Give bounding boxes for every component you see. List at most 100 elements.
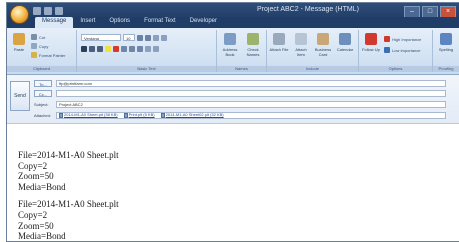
redo-icon[interactable] (55, 7, 63, 15)
tab-insert[interactable]: Insert (73, 17, 102, 28)
subject-row: Subject: Project ABC2 (34, 100, 446, 108)
spelling-button[interactable]: Spelling (436, 33, 456, 52)
to-row: To... ftp@printfarm.com (34, 79, 446, 87)
body-line: Media=Bond (18, 181, 66, 192)
check-names-button[interactable]: Check Names (243, 33, 263, 57)
check-names-icon (247, 33, 259, 45)
clipboard-group-label: Clipboard (7, 66, 76, 72)
low-importance-button[interactable]: Low Importance (384, 47, 420, 53)
business-card-icon (317, 33, 329, 45)
cc-row: Cc... (34, 89, 446, 97)
message-body[interactable]: File=2014-M1-A0 Sheet.plt Copy=2 Zoom=50… (7, 124, 459, 241)
body-line: Media=Bond (18, 231, 66, 242)
attached-label: Attached: (34, 112, 51, 118)
bold-icon[interactable] (81, 46, 87, 52)
spelling-icon (440, 33, 452, 45)
format-painter-icon (31, 52, 37, 58)
format-painter-button[interactable]: Format Painter (31, 52, 65, 58)
ribbon-group-include: Attach File Attach Item Business Card Ca… (267, 30, 359, 72)
flag-icon (365, 33, 377, 45)
numbering-icon[interactable] (161, 34, 167, 41)
low-importance-icon (384, 47, 390, 53)
basic-text-group-label: Basic Text (77, 66, 216, 72)
ribbon: Paste Cut Copy Format Painter Clipboard … (7, 28, 459, 75)
include-group-label: Include (267, 66, 358, 72)
ribbon-group-options: Follow Up High Importance Low Importance… (359, 30, 433, 72)
file-icon (160, 112, 165, 118)
paste-label: Paste (13, 47, 25, 52)
attach-item-button[interactable]: Attach Item (291, 33, 311, 57)
format-controls (81, 46, 159, 52)
follow-up-button[interactable]: Follow Up (361, 33, 381, 52)
italic-icon[interactable] (89, 46, 95, 52)
font-size-select[interactable]: 10 (123, 34, 135, 41)
address-book-button[interactable]: Address Book (220, 33, 240, 57)
to-field[interactable]: ftp@printfarm.com (56, 79, 446, 87)
attachments-field: 2014-M1-A0 Sheet.plt (38 KB) Print.plt (… (56, 111, 446, 119)
message-header: Send To... ftp@printfarm.com Cc... Subje… (7, 75, 459, 124)
names-group-label: Names (217, 66, 266, 72)
attachment-item[interactable]: 2014-M1-A0 Sheet02.plt (32 KB) (160, 112, 224, 118)
increase-indent-icon[interactable] (153, 46, 159, 52)
save-icon[interactable] (33, 7, 41, 15)
paperclip-icon (273, 33, 285, 45)
file-icon (59, 112, 63, 118)
tab-options[interactable]: Options (102, 17, 137, 28)
underline-icon[interactable] (97, 46, 103, 52)
align-right-icon[interactable] (137, 46, 143, 52)
ribbon-group-proofing: Spelling Proofing (433, 30, 459, 72)
quick-access-toolbar (33, 7, 63, 15)
shrink-font-icon[interactable] (145, 34, 151, 41)
body-line: Zoom=50 (18, 171, 54, 182)
file-icon (123, 112, 128, 118)
high-importance-icon (384, 36, 390, 42)
outlook-message-window: Project ABC2 - Message (HTML) – □ × Mess… (6, 2, 459, 242)
cut-icon (31, 34, 37, 40)
ribbon-tabs: Message Insert Options Format Text Devel… (7, 17, 459, 28)
attached-row: Attached: 2014-M1-A0 Sheet.plt (38 KB) P… (34, 111, 446, 119)
send-button[interactable]: Send (10, 81, 30, 111)
attach-file-button[interactable]: Attach File (269, 33, 289, 52)
ribbon-group-clipboard: Paste Cut Copy Format Painter Clipboard (7, 30, 77, 72)
attachment-item[interactable]: 2014-M1-A0 Sheet.plt (38 KB) (59, 112, 118, 118)
tab-developer[interactable]: Developer (183, 17, 224, 28)
font-name-select[interactable]: Verdana (81, 34, 121, 41)
ribbon-group-basic-text: Verdana 10 Basic Text (77, 30, 217, 72)
to-button[interactable]: To... (34, 79, 52, 87)
cut-button[interactable]: Cut (31, 34, 45, 40)
cc-button[interactable]: Cc... (34, 89, 52, 97)
undo-icon[interactable] (44, 7, 52, 15)
subject-label: Subject: (34, 101, 49, 107)
copy-icon (31, 43, 37, 49)
business-card-button[interactable]: Business Card (313, 33, 333, 57)
body-line: Copy=2 (18, 160, 48, 171)
body-line: Copy=2 (18, 209, 48, 220)
decrease-indent-icon[interactable] (145, 46, 151, 52)
tab-format-text[interactable]: Format Text (137, 17, 183, 28)
proofing-group-label: Proofing (433, 66, 459, 72)
paste-icon (13, 33, 25, 45)
office-button[interactable] (10, 5, 29, 24)
cc-field[interactable] (56, 89, 446, 97)
align-left-icon[interactable] (121, 46, 127, 52)
grow-font-icon[interactable] (137, 34, 143, 41)
body-line: File=2014-M1-A0 Sheet.plt (18, 199, 119, 210)
attachment-item[interactable]: Print.plt (5 KB) (123, 112, 155, 118)
tab-message[interactable]: Message (35, 17, 74, 28)
high-importance-button[interactable]: High Importance (384, 36, 421, 42)
bullets-icon[interactable] (153, 34, 159, 41)
paste-button[interactable]: Paste (9, 33, 29, 52)
calendar-icon (339, 33, 351, 45)
body-line: Zoom=50 (18, 220, 54, 231)
calendar-button[interactable]: Calendar (335, 33, 355, 52)
body-line: File=2014-M1-A0 Sheet.plt (18, 150, 119, 160)
font-controls: Verdana 10 (81, 34, 167, 41)
subject-field[interactable]: Project ABC2 (56, 100, 446, 108)
attach-item-icon (295, 33, 307, 45)
align-center-icon[interactable] (129, 46, 135, 52)
font-color-icon[interactable] (113, 46, 119, 52)
highlight-icon[interactable] (105, 46, 111, 52)
copy-button[interactable]: Copy (31, 43, 48, 49)
message-body-text: File=2014-M1-A0 Sheet.plt Copy=2 Zoom=50… (18, 150, 119, 242)
